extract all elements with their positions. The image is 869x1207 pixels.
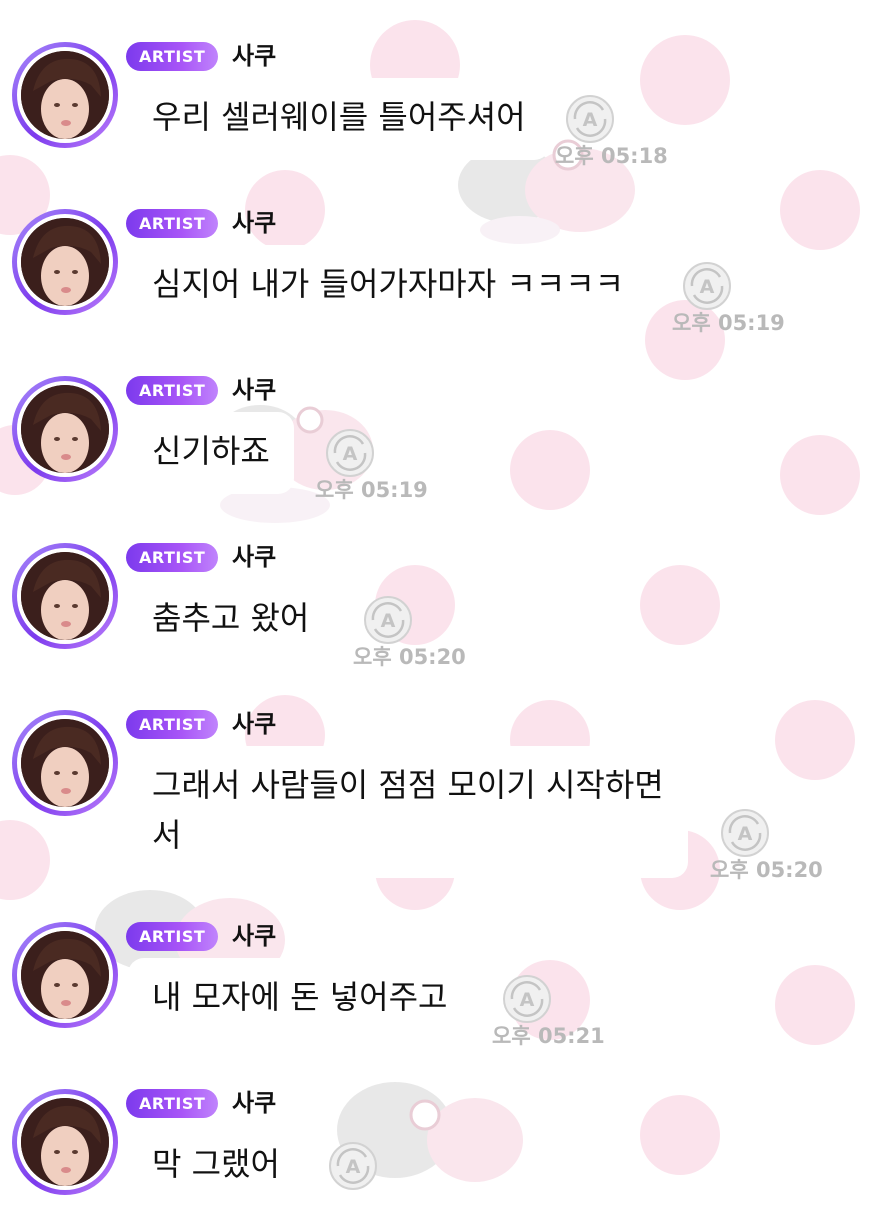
svg-text:A: A xyxy=(346,1156,361,1178)
avatar-photo xyxy=(21,931,109,1019)
avatar-photo xyxy=(21,51,109,139)
svg-text:A: A xyxy=(700,276,715,298)
background-dot xyxy=(640,1095,720,1175)
message-timestamp: 오후 05:18 xyxy=(555,144,668,168)
artist-badge: ARTIST xyxy=(126,42,219,71)
artist-avatar[interactable] xyxy=(12,42,118,148)
background-dot xyxy=(775,700,855,780)
artist-badge: ARTIST xyxy=(126,376,219,405)
avatar-photo xyxy=(21,218,109,306)
message-timestamp: 오후 05:19 xyxy=(672,311,785,335)
artist-badge: ARTIST xyxy=(126,209,219,238)
avatar-photo xyxy=(21,719,109,807)
svg-text:A: A xyxy=(738,823,753,845)
svg-text:A: A xyxy=(583,109,598,131)
background-dot xyxy=(0,820,50,900)
artist-avatar[interactable] xyxy=(12,922,118,1028)
artist-avatar[interactable] xyxy=(12,1089,118,1195)
message-bubble[interactable]: 그래서 사람들이 점점 모이기 시작하면 서 xyxy=(128,746,688,878)
svg-text:A: A xyxy=(381,610,396,632)
artist-badge: ARTIST xyxy=(126,543,219,572)
message-timestamp: 오후 05:21 xyxy=(492,1024,605,1048)
message-bubble[interactable]: 우리 셀러웨이를 틀어주셔어 xyxy=(128,78,550,160)
a-circle-refresh-icon[interactable]: A xyxy=(682,261,732,311)
a-circle-refresh-icon[interactable]: A xyxy=(720,808,770,858)
background-dot xyxy=(640,565,720,645)
artist-avatar[interactable] xyxy=(12,209,118,315)
avatar-photo xyxy=(21,385,109,473)
artist-badge: ARTIST xyxy=(126,1089,219,1118)
background-dot xyxy=(780,435,860,515)
message-bubble[interactable]: 춤추고 왔어 xyxy=(128,579,334,661)
avatar-photo xyxy=(21,1098,109,1186)
background-dot xyxy=(510,430,590,510)
message-timestamp: 오후 05:20 xyxy=(710,858,823,882)
message-bubble[interactable]: 막 그랬어 xyxy=(128,1125,304,1207)
sender-name: 사쿠 xyxy=(232,209,277,237)
message-bubble[interactable]: 신기하죠 xyxy=(128,412,294,494)
sender-name: 사쿠 xyxy=(232,543,277,571)
a-circle-refresh-icon[interactable]: A xyxy=(502,974,552,1024)
a-circle-refresh-icon[interactable]: A xyxy=(328,1141,378,1191)
artist-badge: ARTIST xyxy=(126,922,219,951)
svg-text:A: A xyxy=(520,989,535,1011)
svg-text:A: A xyxy=(343,443,358,465)
sender-name: 사쿠 xyxy=(232,922,277,950)
sender-name: 사쿠 xyxy=(232,376,277,404)
message-bubble[interactable]: 내 모자에 돈 넣어주고 xyxy=(128,958,472,1040)
background-dot xyxy=(640,35,730,125)
a-circle-refresh-icon[interactable]: A xyxy=(565,94,615,144)
background-dot xyxy=(780,170,860,250)
artist-avatar[interactable] xyxy=(12,710,118,816)
sender-name: 사쿠 xyxy=(232,42,277,70)
sender-name: 사쿠 xyxy=(232,710,277,738)
avatar-photo xyxy=(21,552,109,640)
message-bubble[interactable]: 심지어 내가 들어가자마자 ㅋㅋㅋㅋ xyxy=(128,245,649,327)
sender-name: 사쿠 xyxy=(232,1089,277,1117)
a-circle-refresh-icon[interactable]: A xyxy=(325,428,375,478)
artist-avatar[interactable] xyxy=(12,376,118,482)
a-circle-refresh-icon[interactable]: A xyxy=(363,595,413,645)
background-dot xyxy=(775,965,855,1045)
message-timestamp: 오후 05:20 xyxy=(353,645,466,669)
artist-avatar[interactable] xyxy=(12,543,118,649)
artist-badge: ARTIST xyxy=(126,710,219,739)
message-timestamp: 오후 05:19 xyxy=(315,478,428,502)
